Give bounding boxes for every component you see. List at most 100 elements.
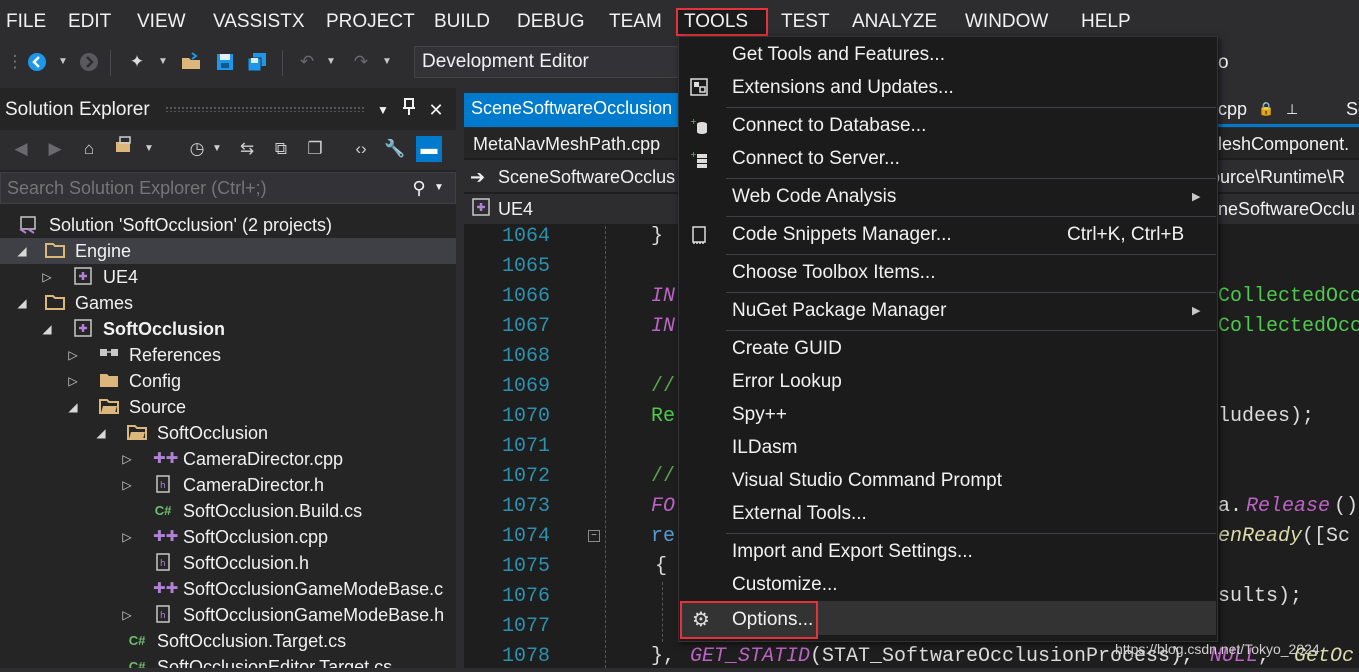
tab-active-document[interactable]: SceneSoftwareOcclusion xyxy=(464,93,680,124)
tree-item-file[interactable]: C# SoftOcclusionEditor.Target.cs xyxy=(0,654,456,668)
tree-item-engine[interactable]: ◢ Engine xyxy=(0,238,456,264)
menu-item-connect-server[interactable]: + Connect to Server... xyxy=(680,143,1216,175)
new-project-dropdown-icon[interactable]: ▼ xyxy=(158,51,168,73)
tree-item-games[interactable]: ◢ Games xyxy=(0,290,456,316)
menu-vassistx[interactable]: VASSISTX xyxy=(207,8,311,36)
menu-item-options[interactable]: ⚙ Options... xyxy=(680,601,818,639)
search-icon[interactable]: ⚲ xyxy=(408,176,430,200)
tab-metanavmeshpath[interactable]: MetaNavMeshPath.cpp xyxy=(473,131,660,157)
tab-fragment[interactable]: cpp xyxy=(1218,96,1247,122)
tab-fragment[interactable]: Sc xyxy=(1346,96,1359,122)
tree-item-config[interactable]: ▷ Config xyxy=(0,368,456,394)
show-all-files-icon[interactable]: ❐ xyxy=(302,136,328,162)
expand-arrow-icon[interactable]: ▷ xyxy=(120,524,134,550)
expand-arrow-icon[interactable]: ▷ xyxy=(66,368,80,394)
menu-file[interactable]: FILE xyxy=(0,8,52,36)
menu-item-ildasm[interactable]: ILDasm xyxy=(680,432,1216,464)
forward-icon[interactable]: ▶ xyxy=(42,136,68,162)
tree-item-file[interactable]: ▷ h CameraDirector.h xyxy=(0,472,456,498)
collapse-region-icon[interactable]: − xyxy=(588,530,600,542)
menu-tools[interactable]: TOOLS xyxy=(676,8,768,36)
collapse-arrow-icon[interactable]: ◢ xyxy=(66,394,80,420)
sync-icon[interactable]: ⇆ xyxy=(234,136,260,162)
expand-arrow-icon[interactable]: ▷ xyxy=(120,472,134,498)
menu-test[interactable]: TEST xyxy=(775,8,836,36)
tab-pin-icon[interactable]: 🔒 xyxy=(1258,96,1274,122)
switch-views-dropdown-icon[interactable]: ▼ xyxy=(142,136,156,162)
menu-item-code-snippets[interactable]: Code Snippets Manager... Ctrl+K, Ctrl+B xyxy=(680,219,1216,251)
home-icon[interactable]: ⌂ xyxy=(76,136,102,162)
menu-item-choose-toolbox[interactable]: Choose Toolbox Items... xyxy=(680,257,1216,289)
expand-arrow-icon[interactable]: ▷ xyxy=(120,602,134,628)
expand-arrow-icon[interactable]: ▷ xyxy=(120,446,134,472)
tree-item-file[interactable]: ▷ ✚✚ CameraDirector.cpp xyxy=(0,446,456,472)
back-icon[interactable]: ◀ xyxy=(8,136,34,162)
tree-item-softocclusion-project[interactable]: ◢ SoftOcclusion xyxy=(0,316,456,342)
collapse-all-icon[interactable]: ⧉ xyxy=(268,136,294,162)
menu-build[interactable]: BUILD xyxy=(428,8,496,36)
pending-changes-dropdown-icon[interactable]: ▼ xyxy=(210,136,224,162)
panel-menu-icon[interactable]: ▼ xyxy=(372,96,394,124)
redo-icon[interactable]: ↷ xyxy=(350,51,372,73)
expand-arrow-icon[interactable]: ▷ xyxy=(66,342,80,368)
menu-item-external-tools[interactable]: External Tools... xyxy=(680,498,1216,530)
collapse-arrow-icon[interactable]: ◢ xyxy=(15,290,29,316)
menu-item-nuget[interactable]: NuGet Package Manager ▶ xyxy=(680,295,1216,327)
menu-item-extensions[interactable]: Extensions and Updates... xyxy=(680,72,1216,104)
undo-dropdown-icon[interactable]: ▼ xyxy=(326,51,336,73)
menu-item-connect-database[interactable]: + Connect to Database... xyxy=(680,110,1216,142)
menu-team[interactable]: TEAM xyxy=(603,8,668,36)
menu-item-vs-command-prompt[interactable]: Visual Studio Command Prompt xyxy=(680,465,1216,497)
tree-item-softocclusion-folder[interactable]: ◢ SoftOcclusion xyxy=(0,420,456,446)
menu-help[interactable]: HELP xyxy=(1075,8,1137,36)
project-scope-dropdown[interactable]: UE4 xyxy=(498,196,533,222)
preview-selected-icon[interactable]: ▬ xyxy=(416,136,442,162)
open-file-icon[interactable] xyxy=(180,51,202,73)
menu-window[interactable]: WINDOW xyxy=(959,8,1054,36)
menu-item-spy[interactable]: Spy++ xyxy=(680,399,1216,431)
collapse-arrow-icon[interactable]: ◢ xyxy=(40,316,54,342)
collapse-arrow-icon[interactable]: ◢ xyxy=(15,238,29,264)
file-path-dropdown[interactable]: SceneSoftwareOcclus xyxy=(498,164,675,190)
menu-item-get-tools[interactable]: Get Tools and Features... xyxy=(680,39,1216,71)
tree-item-file[interactable]: C# SoftOcclusion.Target.cs xyxy=(0,628,456,654)
tree-item-references[interactable]: ▷ References xyxy=(0,342,456,368)
undo-icon[interactable]: ↶ xyxy=(296,51,318,73)
properties-icon[interactable]: 🔧 xyxy=(382,136,408,162)
expand-arrow-icon[interactable]: ▷ xyxy=(40,264,54,290)
tree-item-file[interactable]: C# SoftOcclusion.Build.cs xyxy=(0,498,456,524)
search-options-icon[interactable]: ▼ xyxy=(434,176,446,200)
menu-edit[interactable]: EDIT xyxy=(62,8,117,36)
pin-icon[interactable] xyxy=(398,96,420,124)
redo-dropdown-icon[interactable]: ▼ xyxy=(382,51,392,73)
navigate-forward-icon[interactable] xyxy=(78,51,100,73)
back-dropdown-icon[interactable]: ▼ xyxy=(58,51,68,73)
menu-item-customize[interactable]: Customize... xyxy=(680,569,1216,601)
search-input[interactable] xyxy=(7,176,397,200)
menu-item-web-code-analysis[interactable]: Web Code Analysis ▶ xyxy=(680,181,1216,213)
solution-configuration-select[interactable]: Development Editor xyxy=(414,46,684,78)
menu-item-error-lookup[interactable]: Error Lookup xyxy=(680,366,1216,398)
menu-view[interactable]: VIEW xyxy=(131,8,192,36)
pin-icon[interactable]: ⊥ xyxy=(1286,96,1298,122)
menu-analyze[interactable]: ANALYZE xyxy=(846,8,943,36)
new-project-icon[interactable]: ✦ xyxy=(126,51,148,73)
save-icon[interactable] xyxy=(214,51,236,73)
panel-grip[interactable] xyxy=(165,106,365,112)
tree-item-ue4[interactable]: ▷ UE4 xyxy=(0,264,456,290)
menu-item-import-export[interactable]: Import and Export Settings... xyxy=(680,536,1216,568)
tree-item-solution[interactable]: Solution 'SoftOcclusion' (2 projects) xyxy=(0,212,456,238)
tree-item-file[interactable]: ▷ ✚✚ SoftOcclusion.cpp xyxy=(0,524,456,550)
close-icon[interactable]: ✕ xyxy=(425,96,447,124)
switch-views-icon[interactable] xyxy=(112,136,138,162)
tab-fragment[interactable]: leshComponent. xyxy=(1218,131,1349,157)
tree-item-file[interactable]: ▷ h SoftOcclusionGameModeBase.h xyxy=(0,602,456,628)
tree-item-source[interactable]: ◢ Source xyxy=(0,394,456,420)
navigate-back-icon[interactable] xyxy=(26,51,48,73)
menu-item-create-guid[interactable]: Create GUID xyxy=(680,333,1216,365)
menu-debug[interactable]: DEBUG xyxy=(511,8,591,36)
view-code-icon[interactable]: ‹› xyxy=(348,136,374,162)
menu-project[interactable]: PROJECT xyxy=(320,8,421,36)
collapse-arrow-icon[interactable]: ◢ xyxy=(94,420,108,446)
save-all-icon[interactable] xyxy=(246,51,268,73)
